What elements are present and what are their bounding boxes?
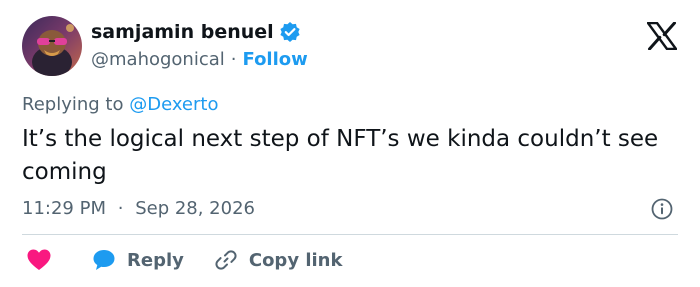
tweet-text: It’s the logical next step of NFT’s we k… bbox=[22, 126, 659, 185]
replying-to-prefix: Replying to bbox=[22, 94, 124, 115]
copy-link-button[interactable]: Copy link bbox=[214, 248, 343, 272]
tweet-date[interactable]: Sep 28, 2026 bbox=[135, 198, 255, 219]
author-name-row: samjamin benuel bbox=[91, 21, 301, 43]
replying-to-line: Replying to @Dexerto bbox=[22, 94, 218, 115]
heart-icon bbox=[27, 249, 51, 270]
like-button[interactable] bbox=[22, 248, 52, 272]
action-bar: Reply Copy link bbox=[22, 246, 342, 274]
link-icon bbox=[215, 250, 237, 270]
author-handle-row: @mahogonical · Follow bbox=[91, 49, 308, 70]
reply-label: Reply bbox=[127, 249, 184, 271]
tweet-timestamp[interactable]: 11:29 PM · Sep 28, 2026 bbox=[22, 198, 255, 219]
copy-link-label: Copy link bbox=[248, 249, 343, 271]
tweet-time[interactable]: 11:29 PM bbox=[22, 198, 106, 219]
x-logo-icon[interactable] bbox=[647, 22, 677, 50]
reply-bubble-icon bbox=[93, 250, 115, 270]
divider bbox=[22, 234, 678, 235]
replying-to-mention[interactable]: @Dexerto bbox=[129, 94, 218, 115]
author-handle[interactable]: @mahogonical bbox=[91, 49, 225, 70]
follow-button[interactable]: Follow bbox=[243, 49, 308, 70]
reply-button[interactable]: Reply bbox=[92, 248, 184, 272]
handle-separator: · bbox=[230, 49, 237, 70]
author-display-name[interactable]: samjamin benuel bbox=[91, 21, 274, 43]
verified-badge-icon bbox=[280, 22, 300, 42]
info-icon[interactable] bbox=[651, 198, 673, 220]
timestamp-separator: · bbox=[117, 198, 124, 219]
avatar-image bbox=[22, 16, 82, 76]
avatar[interactable] bbox=[22, 16, 82, 76]
